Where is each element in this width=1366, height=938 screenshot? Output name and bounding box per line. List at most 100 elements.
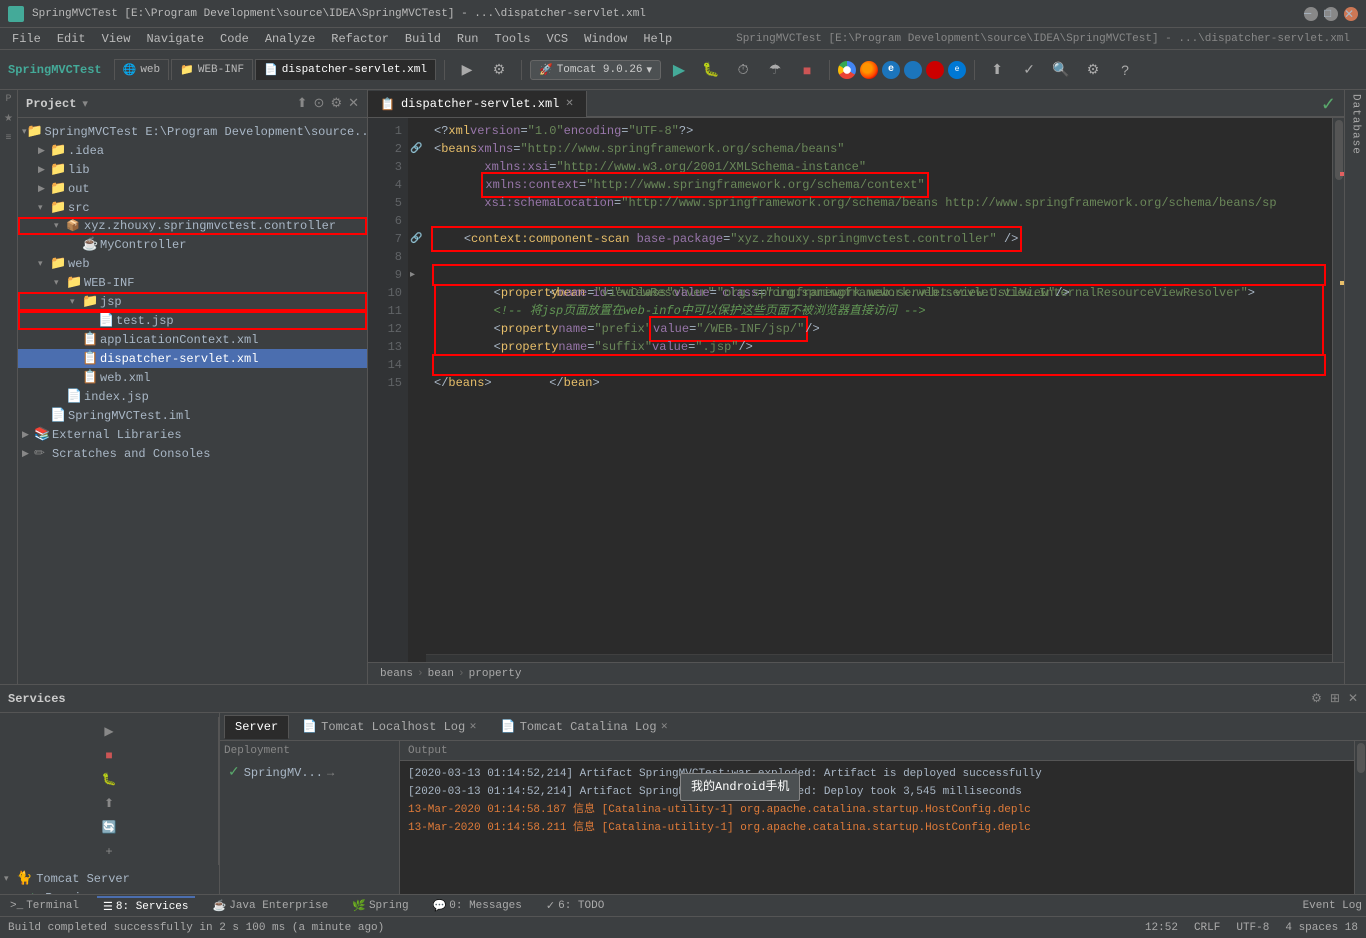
tree-item-dispatcher[interactable]: 📋 dispatcher-servlet.xml: [18, 349, 367, 368]
menu-view[interactable]: View: [94, 28, 139, 49]
tree-item-lib[interactable]: ▶ 📁 lib: [18, 160, 367, 179]
bottom-tab-java-enterprise[interactable]: ☕ Java Enterprise: [207, 897, 335, 915]
menu-tools[interactable]: Tools: [487, 28, 539, 49]
services-hide-icon[interactable]: ✕: [1348, 691, 1358, 706]
database-icon[interactable]: Database: [1350, 94, 1362, 155]
services-debug-btn[interactable]: 🐛: [99, 769, 119, 789]
breadcrumb-tab-dispatcher[interactable]: 📄 dispatcher-servlet.xml: [255, 59, 436, 80]
structure-icon[interactable]: ≡: [5, 133, 11, 144]
settings-gear-icon[interactable]: ⚙: [330, 96, 342, 111]
bottom-tab-todo[interactable]: ✓ 6: TODO: [540, 897, 610, 915]
status-charset[interactable]: UTF-8: [1236, 922, 1269, 934]
menu-run[interactable]: Run: [449, 28, 487, 49]
breadcrumb-tab-webinf[interactable]: 📁 WEB-INF: [171, 59, 253, 80]
right-scrollbar[interactable]: [1332, 118, 1344, 662]
vcs-commit-button[interactable]: ✓: [1015, 56, 1043, 84]
tree-item-controller[interactable]: ▾ 📦 xyz.zhouxy.springmvctest.controller: [18, 217, 367, 235]
code-editor[interactable]: <?xml version="1.0" encoding="UTF-8"?> <…: [426, 118, 1332, 662]
services-redeploy-btn[interactable]: 🔄: [99, 817, 119, 837]
chrome-icon[interactable]: [838, 61, 856, 79]
editor-tab-dispatcher[interactable]: 📋 dispatcher-servlet.xml ✕: [368, 91, 587, 117]
toolbar-btn-1[interactable]: ▶: [453, 56, 481, 84]
services-tab-catalina-log[interactable]: 📄 Tomcat Catalina Log ✕: [490, 715, 679, 739]
event-log-label[interactable]: Event Log: [1303, 900, 1362, 912]
tree-item-indexjsp[interactable]: 📄 index.jsp: [18, 387, 367, 406]
opera-icon[interactable]: [926, 61, 944, 79]
maximize-button[interactable]: □: [1324, 7, 1338, 21]
tree-item-idea[interactable]: ▶ 📁 .idea: [18, 141, 367, 160]
status-indent[interactable]: 4 spaces 18: [1285, 922, 1358, 934]
settings-button[interactable]: ⚙: [1079, 56, 1107, 84]
vcs-update-button[interactable]: ⬆: [983, 56, 1011, 84]
menu-code[interactable]: Code: [212, 28, 257, 49]
menu-refactor[interactable]: Refactor: [323, 28, 397, 49]
tree-item-out[interactable]: ▶ 📁 out: [18, 179, 367, 198]
menu-analyze[interactable]: Analyze: [257, 28, 323, 49]
project-dropdown[interactable]: ▾: [82, 97, 88, 111]
menu-edit[interactable]: Edit: [49, 28, 94, 49]
collapse-all-button[interactable]: ⬆: [297, 96, 308, 111]
services-tab-localhost-close[interactable]: ✕: [469, 722, 477, 732]
tree-item-web[interactable]: ▾ 📁 web: [18, 254, 367, 273]
minimize-button[interactable]: ─: [1304, 7, 1318, 21]
run-button[interactable]: ▶: [665, 56, 693, 84]
services-add-btn[interactable]: +: [99, 841, 119, 861]
services-deploy-btn[interactable]: ⬆: [99, 793, 119, 813]
tree-item-appctx[interactable]: 📋 applicationContext.xml: [18, 330, 367, 349]
close-button[interactable]: ✕: [1344, 7, 1358, 21]
tree-item-testjsp[interactable]: 📄 test.jsp: [18, 311, 367, 330]
tree-item-root[interactable]: ▾ 📁 SpringMVCTest E:\Program Development…: [18, 122, 367, 141]
bottom-tab-messages[interactable]: 💬 0: Messages: [427, 897, 528, 915]
ie11-icon[interactable]: [904, 61, 922, 79]
services-tab-server[interactable]: Server: [224, 715, 289, 739]
breadcrumb-tab-web[interactable]: 🌐 web: [114, 59, 170, 80]
run-status-icon[interactable]: ✓: [1321, 94, 1336, 116]
tree-item-webxml[interactable]: 📋 web.xml: [18, 368, 367, 387]
menu-build[interactable]: Build: [397, 28, 449, 49]
run-config-selector[interactable]: 🚀 Tomcat 9.0.26 ▾: [530, 60, 661, 80]
coverage-button[interactable]: ☂: [761, 56, 789, 84]
project-selector[interactable]: SpringMVCTest: [8, 63, 102, 77]
edge-icon[interactable]: e: [948, 61, 966, 79]
menu-navigate[interactable]: Navigate: [138, 28, 212, 49]
tree-item-scratches[interactable]: ▶ ✏ Scratches and Consoles: [18, 444, 367, 463]
ie-icon[interactable]: e: [882, 61, 900, 79]
stop-button[interactable]: ■: [793, 56, 821, 84]
services-tree-tomcat-server[interactable]: ▾ 🐈 Tomcat Server: [0, 869, 219, 888]
profile-button[interactable]: ⏱: [729, 56, 757, 84]
status-line-ending[interactable]: CRLF: [1194, 922, 1220, 934]
output-panel[interactable]: [2020-03-13 01:14:52,214] Artifact Sprin…: [400, 761, 1354, 894]
menu-help[interactable]: Help: [635, 28, 680, 49]
deployment-deploy-icon[interactable]: →: [327, 766, 334, 780]
services-run-btn[interactable]: ▶: [99, 721, 119, 741]
help-button[interactable]: ?: [1111, 56, 1139, 84]
services-stop-btn[interactable]: ■: [99, 745, 119, 765]
firefox-icon[interactable]: [860, 61, 878, 79]
bottom-tab-terminal[interactable]: >_ Terminal: [4, 898, 85, 914]
output-scrollbar[interactable]: [1354, 741, 1366, 894]
menu-file[interactable]: File: [4, 28, 49, 49]
favorites-icon[interactable]: ★: [4, 113, 13, 125]
debug-button[interactable]: 🐛: [697, 56, 725, 84]
bottom-tab-spring[interactable]: 🌿 Spring: [346, 897, 414, 915]
tab-close-button[interactable]: ✕: [565, 98, 573, 110]
menu-vcs[interactable]: VCS: [539, 28, 577, 49]
services-tab-localhost-log[interactable]: 📄 Tomcat Localhost Log ✕: [291, 715, 488, 739]
search-everywhere-button[interactable]: 🔍: [1047, 56, 1075, 84]
services-layout-icon[interactable]: ⊞: [1330, 691, 1340, 706]
tree-item-extlibs[interactable]: ▶ 📚 External Libraries: [18, 425, 367, 444]
services-tab-catalina-close[interactable]: ✕: [661, 722, 669, 732]
tree-item-springmvciml[interactable]: 📄 SpringMVCTest.iml: [18, 406, 367, 425]
tree-item-jsp[interactable]: ▾ 📁 jsp: [18, 292, 367, 311]
tree-item-src[interactable]: ▾ 📁 src: [18, 198, 367, 217]
bottom-tab-services[interactable]: ☰ 8: Services: [97, 896, 195, 916]
project-icon[interactable]: P: [5, 94, 11, 105]
menu-window[interactable]: Window: [576, 28, 635, 49]
toolbar-btn-2[interactable]: ⚙: [485, 56, 513, 84]
hide-panel-button[interactable]: ✕: [348, 96, 359, 111]
services-settings-icon[interactable]: ⚙: [1311, 691, 1322, 706]
tree-item-webinf[interactable]: ▾ 📁 WEB-INF: [18, 273, 367, 292]
tree-item-mycontroller[interactable]: ☕ MyController: [18, 235, 367, 254]
services-tree-running[interactable]: ▾ ▶ Running: [0, 888, 219, 894]
code-wrapper[interactable]: 12345 678910 1112131415 🔗 🔗 ▸: [368, 118, 1344, 662]
